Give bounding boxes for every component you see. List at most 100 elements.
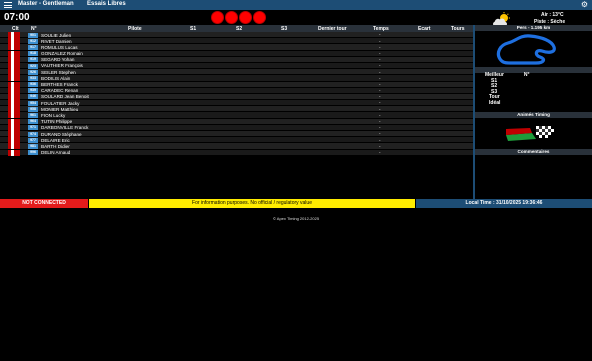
gear-icon[interactable]: ⚙	[581, 0, 588, 10]
kart-number: 936	[28, 82, 38, 88]
kart-number: 923	[28, 63, 38, 69]
lap-time: -	[379, 125, 381, 131]
kart-number: 971	[28, 125, 38, 131]
pilot-name: RIVET Damien	[41, 38, 72, 44]
best-num-header: N°	[523, 72, 530, 78]
lap-time: -	[379, 75, 381, 81]
pilot-name: SOULARD Jean Benoit	[41, 94, 89, 100]
kart-number: 933	[28, 75, 38, 81]
kart-number: 961	[28, 113, 38, 119]
pilot-name: DURAND Stéphane	[41, 131, 82, 137]
kart-number: 981	[28, 143, 38, 149]
lap-time: -	[379, 94, 381, 100]
pilot-name: ROMULUS Lucas	[41, 44, 78, 50]
status-marker	[8, 149, 11, 156]
local-time: Local Time : 31/10/2025 19:36:46	[416, 199, 592, 208]
kart-number: 946	[28, 94, 38, 100]
lap-time: -	[379, 32, 381, 38]
track-map	[496, 34, 556, 65]
table-header: Clt N° Pilote S1 S2 S3 Dernier tour Temp…	[0, 25, 473, 32]
start-lights	[211, 11, 266, 24]
kart-number: 901	[28, 32, 38, 38]
pilot-name: SEILER Stephen	[41, 69, 76, 75]
best-list: Meilleur N° S1 S2 S3 Tour Idéal	[485, 72, 530, 107]
status-marker	[8, 50, 11, 57]
info-disclaimer: For information purposes. No official / …	[89, 199, 415, 208]
lap-time: -	[379, 149, 381, 155]
status-marker	[8, 75, 11, 82]
kart-number: 964	[28, 119, 38, 125]
lap-time: -	[379, 44, 381, 50]
lap-time: -	[379, 50, 381, 56]
lap-time: -	[379, 38, 381, 44]
kart-number: 974	[28, 131, 38, 137]
pilot-name: SEGARD Yohan	[41, 57, 75, 63]
kart-number: 919	[28, 57, 38, 63]
table-row[interactable]: 996 DELIN Arnaud -	[0, 149, 473, 156]
lap-time: -	[379, 131, 381, 137]
status-marker	[8, 32, 11, 38]
kart-number: 977	[28, 137, 38, 143]
kart-number: 926	[28, 69, 38, 75]
lap-time: -	[379, 63, 381, 69]
status-marker	[8, 118, 11, 125]
status-marker	[8, 137, 11, 144]
pilot-name: SOULIE Julien	[41, 32, 72, 38]
lap-time: -	[379, 100, 381, 106]
lap-time: -	[379, 143, 381, 149]
pilot-name: TUTIN Philippe	[41, 119, 73, 125]
status-marker	[8, 69, 11, 76]
pilot-name: FION Lucky	[41, 112, 66, 118]
pilot-name: MONIER Matthieu	[41, 106, 79, 112]
lap-time: -	[379, 106, 381, 112]
top-bar: Master - Gentleman Essais Libres ⚙	[0, 0, 592, 10]
air-temperature: Air : 13°C	[541, 12, 564, 18]
lap-time: -	[379, 112, 381, 118]
kart-number: 939	[28, 88, 38, 94]
connection-status: NOT CONNECTED	[0, 199, 88, 208]
status-marker	[8, 106, 11, 113]
light-icon	[225, 11, 238, 24]
pilot-name: FOULATIER Jacky	[41, 100, 80, 106]
menu-icon[interactable]	[4, 2, 12, 8]
lap-time: -	[379, 81, 381, 87]
status-marker	[8, 87, 11, 94]
lap-time: -	[379, 57, 381, 63]
status-marker	[8, 93, 11, 100]
comments-title: Commentaires	[475, 149, 592, 155]
status-marker	[8, 100, 11, 107]
status-marker	[8, 81, 11, 88]
event-title: Master - Gentleman	[18, 1, 74, 7]
light-icon	[253, 11, 266, 24]
lap-time: -	[379, 119, 381, 125]
pilot-name: BARTH Didier	[41, 143, 70, 149]
status-marker	[8, 44, 11, 51]
lap-time: -	[379, 137, 381, 143]
status-marker	[8, 143, 11, 150]
session-name: Essais Libres	[87, 1, 126, 7]
standings-table: 901 SOULIE Julien - 912 RIVET Damien - 917 ROMU…	[0, 32, 473, 156]
status-marker	[8, 124, 11, 131]
status-marker	[8, 38, 11, 45]
status-bar: NOT CONNECTED For information purposes. …	[0, 199, 592, 208]
status-marker	[8, 56, 11, 63]
pilot-name: GONZALEZ Romain	[41, 51, 83, 57]
animes-timing-logo	[506, 126, 554, 141]
copyright: © Apex Timing 2012-2025	[272, 216, 320, 221]
pilot-name: DELAIRE Eric	[41, 137, 70, 143]
best-item: Idéal	[489, 99, 501, 106]
light-icon	[211, 11, 224, 24]
kart-number: 912	[28, 38, 38, 44]
pilot-name: BERTHES Franck	[41, 82, 78, 87]
lap-time: -	[379, 88, 381, 94]
kart-number: 918	[28, 51, 38, 57]
status-marker	[8, 131, 11, 137]
pilot-name: DARBONVILLE Franck	[41, 125, 89, 131]
lap-time: -	[379, 69, 381, 75]
pilot-name: DELIN Arnaud	[41, 150, 71, 156]
session-clock: 07:00	[4, 12, 30, 23]
status-marker	[8, 62, 11, 69]
kart-number: 958	[28, 106, 38, 112]
kart-number: 917	[28, 44, 38, 50]
pilot-name: BODILIS Alain	[41, 75, 71, 81]
